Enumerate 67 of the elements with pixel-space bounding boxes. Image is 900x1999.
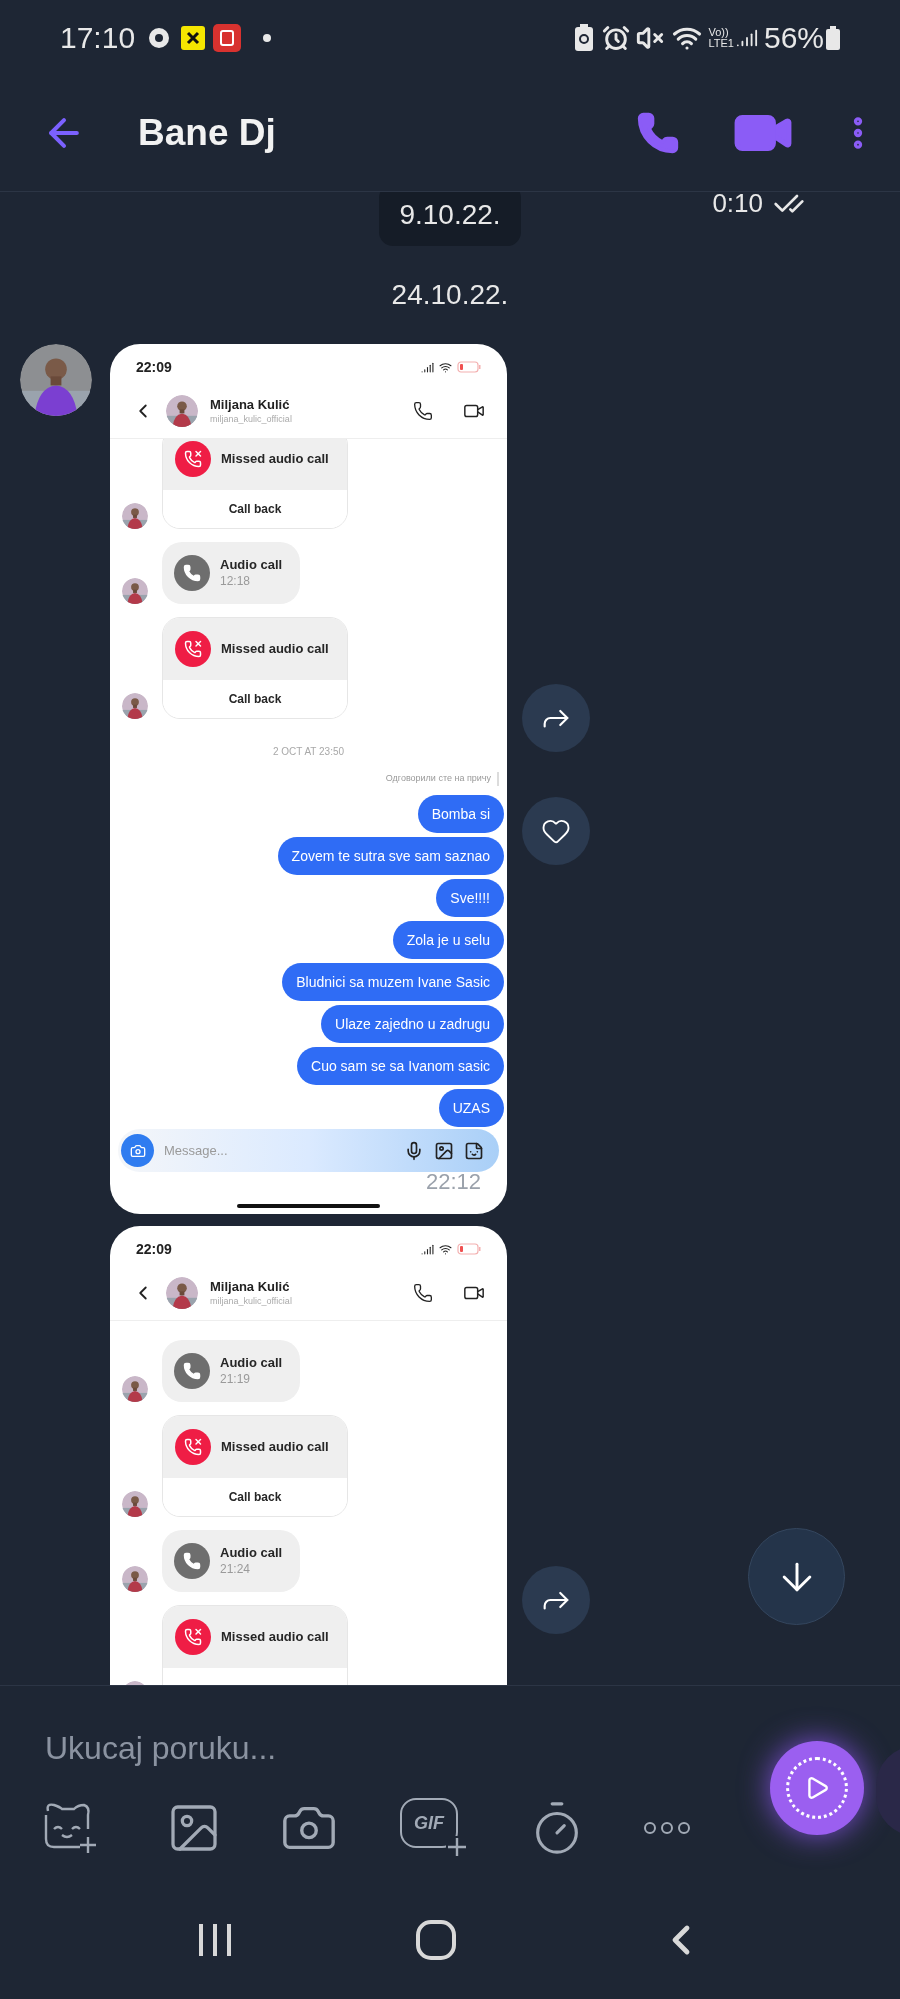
- call-title: Audio call: [220, 557, 283, 574]
- call-title: Missed audio call: [221, 640, 329, 659]
- chat-screenshot[interactable]: 22:09 Miljana Kulić miljana_kulic_official Audio call 21:19 Missed audio call Call back Audio call 21:24 Missed audio call: [110, 1226, 507, 1685]
- sent-message: UZAS: [438, 1089, 504, 1127]
- call-time: 21:24: [220, 1561, 252, 1577]
- contact-name: Miljana Kulić: [210, 1279, 291, 1296]
- network-label: LTE1: [708, 37, 734, 49]
- chat-screenshot[interactable]: [110, 344, 507, 1214]
- reply-note: Одговорили сте на причу: [385, 772, 491, 786]
- phone-icon[interactable]: [413, 1283, 433, 1303]
- wifi-icon: [439, 360, 452, 374]
- network-label: Vo)): [708, 26, 730, 38]
- message-placeholder: Message...: [164, 1141, 229, 1160]
- wifi-icon: [439, 1242, 452, 1256]
- phone-icon: [174, 1543, 210, 1579]
- battery-icon: [457, 361, 481, 373]
- alarm-icon: [602, 23, 631, 52]
- missed-call-icon: [175, 631, 211, 667]
- home-icon[interactable]: [415, 1918, 457, 1961]
- camera-button[interactable]: [121, 1134, 154, 1167]
- sent-message: Bomba si: [417, 795, 504, 833]
- contact-handle: miljana_kulic_official: [210, 1295, 293, 1307]
- battery-icon: [826, 25, 840, 50]
- gallery-icon[interactable]: [434, 1140, 454, 1161]
- message-input[interactable]: Ukucaj poruku...: [45, 1724, 665, 1772]
- call-time: 12:18: [220, 573, 252, 589]
- sent-message: Sve!!!!: [436, 879, 504, 917]
- signal-icon: [421, 1242, 434, 1256]
- call-title: Missed audio call: [221, 1438, 329, 1457]
- chat-title: Bane Dj: [138, 111, 277, 156]
- sent-message: Bludnici sa muzem Ivane Sasic: [282, 963, 504, 1001]
- microphone-icon[interactable]: [404, 1140, 424, 1161]
- sent-message: Zovem te sutra sve sam saznao: [277, 837, 504, 875]
- clock: 17:10: [60, 20, 136, 56]
- call-title: Audio call: [220, 1355, 283, 1372]
- app-icon: [213, 23, 242, 52]
- browser-icon: [147, 25, 172, 50]
- battery-saver-icon: [574, 23, 595, 52]
- status-time: 22:09: [136, 357, 172, 377]
- phone-icon: [174, 1353, 210, 1389]
- sticker-icon[interactable]: [464, 1140, 484, 1161]
- camera-icon: [129, 1142, 146, 1159]
- signal-icon: [421, 360, 434, 374]
- contact-handle: miljana_kulic_official: [210, 413, 293, 425]
- call-title: Audio call: [220, 1545, 283, 1562]
- sent-message: Ulaze zajedno u zadrugu: [321, 1005, 504, 1043]
- status-time: 22:09: [136, 1239, 172, 1259]
- phone-icon: [174, 555, 210, 591]
- battery-percent: 56%: [763, 20, 824, 56]
- missed-call-icon: [175, 1429, 211, 1465]
- call-time: 21:19: [220, 1371, 252, 1387]
- date-pill: 9.10.22.: [379, 192, 521, 246]
- date-divider: 2 OCT AT 23:50: [272, 744, 345, 759]
- app-icon: [181, 25, 206, 50]
- call-title: Missed audio call: [221, 1628, 329, 1647]
- missed-call-icon: [175, 1619, 211, 1655]
- missed-call-icon: [175, 441, 211, 477]
- sent-message: Cuo sam se sa Ivanom sasic: [297, 1047, 504, 1085]
- call-title: Missed audio call: [221, 450, 329, 469]
- more-icon[interactable]: [642, 1820, 692, 1836]
- date-label: 24.10.22.: [391, 278, 509, 312]
- battery-icon: [457, 1243, 481, 1255]
- phone-icon[interactable]: [413, 401, 433, 421]
- contact-name: Miljana Kulić: [210, 397, 291, 414]
- message-time: 0:10: [712, 192, 763, 220]
- record-button[interactable]: [770, 1741, 864, 1835]
- sent-message: Zola je u selu: [392, 921, 504, 959]
